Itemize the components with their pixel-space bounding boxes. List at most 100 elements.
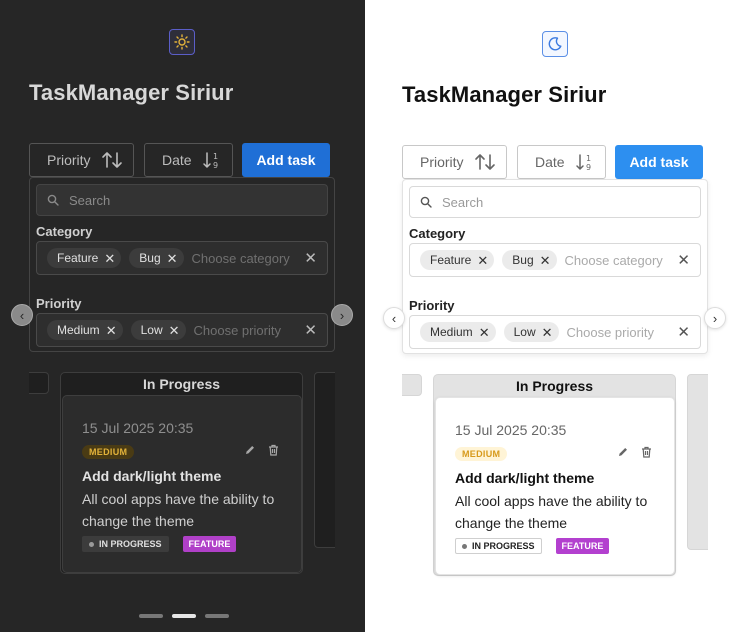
filter-dropdown: Search Category Feature ✕ Bug ✕ Choose c… [29,177,335,352]
task-title: Add dark/light theme [82,468,222,484]
sort-priority-button[interactable]: Priority [29,143,134,177]
filter-dropdown: Search Category Feature ✕ Bug ✕ Choose c… [402,179,708,354]
search-placeholder: Search [69,192,111,208]
theme-toggle-button[interactable] [169,29,195,55]
edit-icon[interactable] [617,446,629,458]
task-description: All cool apps have the ability to change… [82,491,275,529]
column-in-progress: In Progress 15 Jul 2025 20:35 MEDIUM Add… [60,372,303,574]
category-chip: Feature ✕ [420,250,495,270]
carousel-prev-button[interactable]: ‹ [11,304,33,326]
sort-numeric-icon: 1 9 [203,152,218,170]
light-theme-panel: TaskManager Siriur Priority Date 1 9 Add… [365,0,738,632]
edit-icon[interactable] [244,444,256,456]
clear-category-icon[interactable]: ✕ [304,249,317,267]
clear-priority-icon[interactable]: ✕ [304,321,317,339]
column-stub-prev [29,372,49,394]
chevron-right-icon: › [339,307,345,323]
category-placeholder: Choose category [191,250,290,266]
remove-chip-icon[interactable]: ✕ [104,252,115,265]
task-tags: IN PROGRESS FEATURE [82,536,282,552]
chevron-left-icon: ‹ [19,307,25,323]
sort-priority-label: Priority [420,154,464,170]
priority-badge: MEDIUM [455,447,508,461]
priority-select[interactable]: Medium ✕ Low ✕ Choose priority ✕ [36,313,328,347]
chevron-left-icon: ‹ [391,310,397,326]
category-select[interactable]: Feature ✕ Bug ✕ Choose category ✕ [409,243,701,277]
sort-numeric-icon: 1 9 [576,154,591,172]
search-input[interactable]: Search [36,184,328,216]
search-placeholder: Search [442,194,484,210]
pager-dot-active[interactable] [172,614,196,618]
sort-arrows-icon [102,152,122,168]
column-title: In Progress [142,376,221,392]
priority-chip: Low ✕ [503,322,559,342]
category-select[interactable]: Feature ✕ Bug ✕ Choose category ✕ [36,241,328,275]
status-tag: IN PROGRESS [82,536,169,552]
task-card[interactable]: 15 Jul 2025 20:35 MEDIUM Add dark/light … [435,397,675,575]
remove-chip-icon[interactable]: ✕ [542,326,553,339]
remove-chip-icon[interactable]: ✕ [169,324,180,337]
column-stub-prev [402,374,422,396]
status-dot-icon [89,541,94,547]
sort-date-label: Date [162,152,192,168]
category-tag: FEATURE [182,536,237,552]
sort-arrows-icon [475,154,495,170]
priority-label: Priority [409,298,455,313]
trash-icon[interactable] [268,444,279,456]
category-label: Category [409,226,466,241]
card-actions [617,446,652,458]
remove-chip-icon[interactable]: ✕ [477,254,488,267]
kanban-board: In Progress 15 Jul 2025 20:35 MEDIUM Add… [402,372,708,584]
category-chip: Feature ✕ [47,248,122,268]
task-date: 15 Jul 2025 20:35 [455,422,567,438]
sun-icon [174,34,190,50]
remove-chip-icon[interactable]: ✕ [106,324,117,337]
add-task-button[interactable]: Add task [615,145,703,179]
clear-category-icon[interactable]: ✕ [677,251,690,269]
app-title: TaskManager Siriur [402,82,607,107]
task-description: All cool apps have the ability to change… [455,493,648,531]
moon-icon [548,37,562,51]
priority-select[interactable]: Medium ✕ Low ✕ Choose priority ✕ [409,315,701,349]
priority-chip: Low ✕ [130,320,186,340]
column-stub-next [314,372,335,548]
remove-chip-icon[interactable]: ✕ [167,252,178,265]
pager-dot[interactable] [139,614,163,618]
theme-toggle-button[interactable] [542,31,568,57]
svg-text:9: 9 [586,163,591,172]
card-actions [244,444,279,456]
search-input[interactable]: Search [409,186,701,218]
sort-date-label: Date [535,154,565,170]
remove-chip-icon[interactable]: ✕ [479,326,490,339]
category-chip: Bug ✕ [502,250,557,270]
task-card[interactable]: 15 Jul 2025 20:35 MEDIUM Add dark/light … [62,395,302,573]
column-title: In Progress [515,378,594,394]
priority-placeholder: Choose priority [193,322,281,338]
status-tag: IN PROGRESS [455,538,542,554]
column-in-progress: In Progress 15 Jul 2025 20:35 MEDIUM Add… [433,374,676,576]
clear-priority-icon[interactable]: ✕ [677,323,690,341]
carousel-next-button[interactable]: › [331,304,353,326]
task-title: Add dark/light theme [455,470,595,486]
add-task-button[interactable]: Add task [242,143,330,177]
kanban-board: In Progress 15 Jul 2025 20:35 MEDIUM Add… [29,370,335,582]
pager-dot[interactable] [205,614,229,618]
svg-text:1: 1 [586,154,591,163]
trash-icon[interactable] [641,446,652,458]
status-dot-icon [462,543,467,549]
search-icon [47,194,59,206]
priority-badge: MEDIUM [82,445,135,459]
sort-priority-label: Priority [47,152,91,168]
remove-chip-icon[interactable]: ✕ [540,254,551,267]
priority-placeholder: Choose priority [566,324,654,340]
task-tags: IN PROGRESS FEATURE [455,538,655,554]
carousel-prev-button[interactable]: ‹ [383,307,405,329]
app-title: TaskManager Siriur [29,80,234,105]
sort-date-button[interactable]: Date 1 9 [144,143,233,177]
task-date: 15 Jul 2025 20:35 [82,420,194,436]
carousel-next-button[interactable]: › [704,307,726,329]
priority-label: Priority [36,296,82,311]
sort-date-button[interactable]: Date 1 9 [517,145,606,179]
category-chip: Bug ✕ [129,248,184,268]
sort-priority-button[interactable]: Priority [402,145,507,179]
